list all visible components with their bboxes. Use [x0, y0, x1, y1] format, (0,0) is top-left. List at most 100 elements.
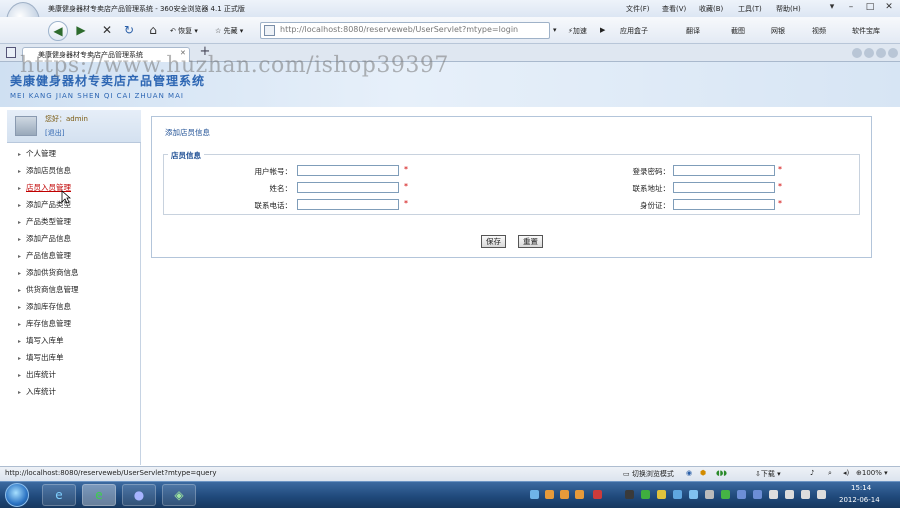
speaker-icon[interactable]: ◂)	[843, 469, 849, 477]
text-input[interactable]	[297, 199, 399, 210]
sidebar-item[interactable]: ▸ 填写出库单	[18, 352, 64, 364]
sidebar-item[interactable]: ▸ 供货商信息管理	[18, 284, 79, 296]
required-mark: *	[404, 182, 408, 191]
menu-help[interactable]: 帮助(H)	[776, 4, 801, 14]
text-input[interactable]	[673, 165, 775, 176]
video-button[interactable]: 视频	[812, 26, 826, 36]
favorites-button[interactable]: ☆ 先藏 ▾	[215, 26, 243, 36]
logout-link[interactable]: [退出]	[45, 128, 64, 138]
screenshot-button[interactable]: 截图	[731, 26, 745, 36]
tab-scroll-right-icon[interactable]	[876, 48, 886, 58]
tray-app-icon[interactable]	[753, 490, 762, 499]
save-button[interactable]: 保存	[481, 235, 506, 248]
sidebar-item-label: 添加库存信息	[26, 302, 71, 311]
home-button[interactable]: ⌂	[143, 21, 163, 41]
start-button[interactable]	[5, 483, 29, 507]
maximize-icon[interactable]: □	[864, 2, 876, 13]
shield-icon[interactable]: ⬢	[700, 469, 706, 477]
text-input[interactable]	[297, 182, 399, 193]
sidebar-item[interactable]: ▸ 添加库存信息	[18, 301, 71, 313]
text-input[interactable]	[673, 182, 775, 193]
back-button[interactable]: ◀	[48, 21, 68, 41]
tray-network-icon[interactable]	[689, 490, 698, 499]
menu-file[interactable]: 文件(F)	[626, 4, 650, 14]
sidebar-item-label: 产品类型管理	[26, 217, 71, 226]
sidebar-item[interactable]: ▸ 产品类型管理	[18, 216, 71, 228]
tray-360-icon[interactable]	[641, 490, 650, 499]
dropdown-icon[interactable]: ▾	[553, 26, 557, 34]
sidebar-item-label: 添加店员信息	[26, 166, 71, 175]
text-input[interactable]	[673, 199, 775, 210]
chevron-right-icon: ▸	[18, 287, 22, 294]
tray-keyboard-icon[interactable]	[625, 490, 634, 499]
app-box-button[interactable]: 应用盒子	[620, 26, 648, 36]
compat-mode-button[interactable]: ▭ 切换浏览模式	[623, 469, 674, 479]
eclipse-icon[interactable]: ●	[122, 484, 156, 506]
tray-app-icon[interactable]	[705, 490, 714, 499]
tray-display-icon[interactable]	[801, 490, 810, 499]
tray-shield-icon[interactable]	[673, 490, 682, 499]
menu-view[interactable]: 查看(V)	[662, 4, 686, 14]
tab-scroll-left-icon[interactable]	[852, 48, 862, 58]
field-label: 姓名：	[269, 184, 293, 193]
menu-favorites[interactable]: 收藏(B)	[699, 4, 723, 14]
ie-icon[interactable]: e	[42, 484, 76, 506]
chevron-right-icon: ▸	[18, 236, 22, 243]
tab-list-icon[interactable]	[864, 48, 874, 58]
online-banking-button[interactable]: 网银	[771, 26, 785, 36]
app-icon[interactable]: ◈	[162, 484, 196, 506]
sidebar-item[interactable]: ▸ 添加产品信息	[18, 233, 71, 245]
refresh-button[interactable]: ↻	[119, 21, 139, 41]
chevron-right-icon: ▸	[18, 338, 22, 345]
tab-menu-icon[interactable]	[888, 48, 898, 58]
close-icon[interactable]: ✕	[883, 2, 895, 13]
sidebar-item[interactable]: ▸ 添加店员信息	[18, 165, 71, 177]
sidebar-item[interactable]: ▸ 产品信息管理	[18, 250, 71, 262]
tray-qq-icon[interactable]	[575, 490, 584, 499]
tray-alert-icon[interactable]	[593, 490, 602, 499]
tray-flag-icon[interactable]	[785, 490, 794, 499]
restore-button[interactable]: ↶ 恢复 ▾	[170, 26, 198, 36]
search-icon[interactable]: ⌕	[828, 469, 832, 478]
refresh-icon: ↻	[123, 23, 135, 37]
sidebar-item[interactable]: ▸ 入库统计	[18, 386, 56, 398]
sidebar-item[interactable]: ▸ 个人管理	[18, 148, 56, 160]
menu-tools[interactable]: 工具(T)	[738, 4, 762, 14]
forward-button[interactable]: ▶	[71, 21, 91, 41]
sidebar-toggle-icon[interactable]	[6, 47, 16, 58]
chevron-right-icon: ▸	[18, 355, 22, 362]
star-icon: ☆	[215, 27, 222, 35]
translate-button[interactable]: 翻译	[686, 26, 700, 36]
software-store-button[interactable]: 软件宝库	[852, 26, 880, 36]
reset-button[interactable]: 重置	[518, 235, 543, 248]
sidebar-item[interactable]: ▸ 添加供货商信息	[18, 267, 79, 279]
sidebar-item-label: 供货商信息管理	[26, 285, 79, 294]
tray-app-icon[interactable]	[721, 490, 730, 499]
minimize-icon[interactable]: –	[845, 2, 857, 13]
tray-app-icon[interactable]	[737, 490, 746, 499]
text-input[interactable]	[297, 165, 399, 176]
globe-icon[interactable]: ◉	[686, 469, 692, 477]
download-button[interactable]: ⇩下载 ▾	[755, 469, 781, 479]
skin-icon[interactable]: ▾	[826, 2, 838, 13]
sidebar-item[interactable]: ▸ 库存信息管理	[18, 318, 71, 330]
toggle-icon[interactable]: ◖◗◗	[716, 469, 727, 477]
sound-icon[interactable]: ♪	[810, 469, 814, 477]
required-mark: *	[778, 165, 782, 174]
stop-button[interactable]: ✕	[97, 21, 117, 41]
tray-app-icon[interactable]	[530, 490, 539, 499]
field-label: 身份证：	[640, 201, 670, 210]
tray-app-icon[interactable]	[657, 490, 666, 499]
tray-volume-icon[interactable]	[817, 490, 826, 499]
accelerate-button[interactable]: ⚡加速	[568, 26, 587, 36]
go-button[interactable]: ▶	[600, 26, 605, 34]
address-input[interactable]: http://localhost:8080/reserveweb/UserSer…	[280, 25, 518, 34]
sidebar-item[interactable]: ▸ 填写入库单	[18, 335, 64, 347]
tray-qq-icon[interactable]	[560, 490, 569, 499]
sidebar-item[interactable]: ▸ 出库统计	[18, 369, 56, 381]
zoom-control[interactable]: ⊕100% ▾	[856, 469, 888, 477]
tray-qq-icon[interactable]	[545, 490, 554, 499]
chevron-right-icon: ▸	[18, 270, 22, 277]
tray-app-icon[interactable]	[769, 490, 778, 499]
360-browser-icon[interactable]: e	[82, 484, 116, 506]
